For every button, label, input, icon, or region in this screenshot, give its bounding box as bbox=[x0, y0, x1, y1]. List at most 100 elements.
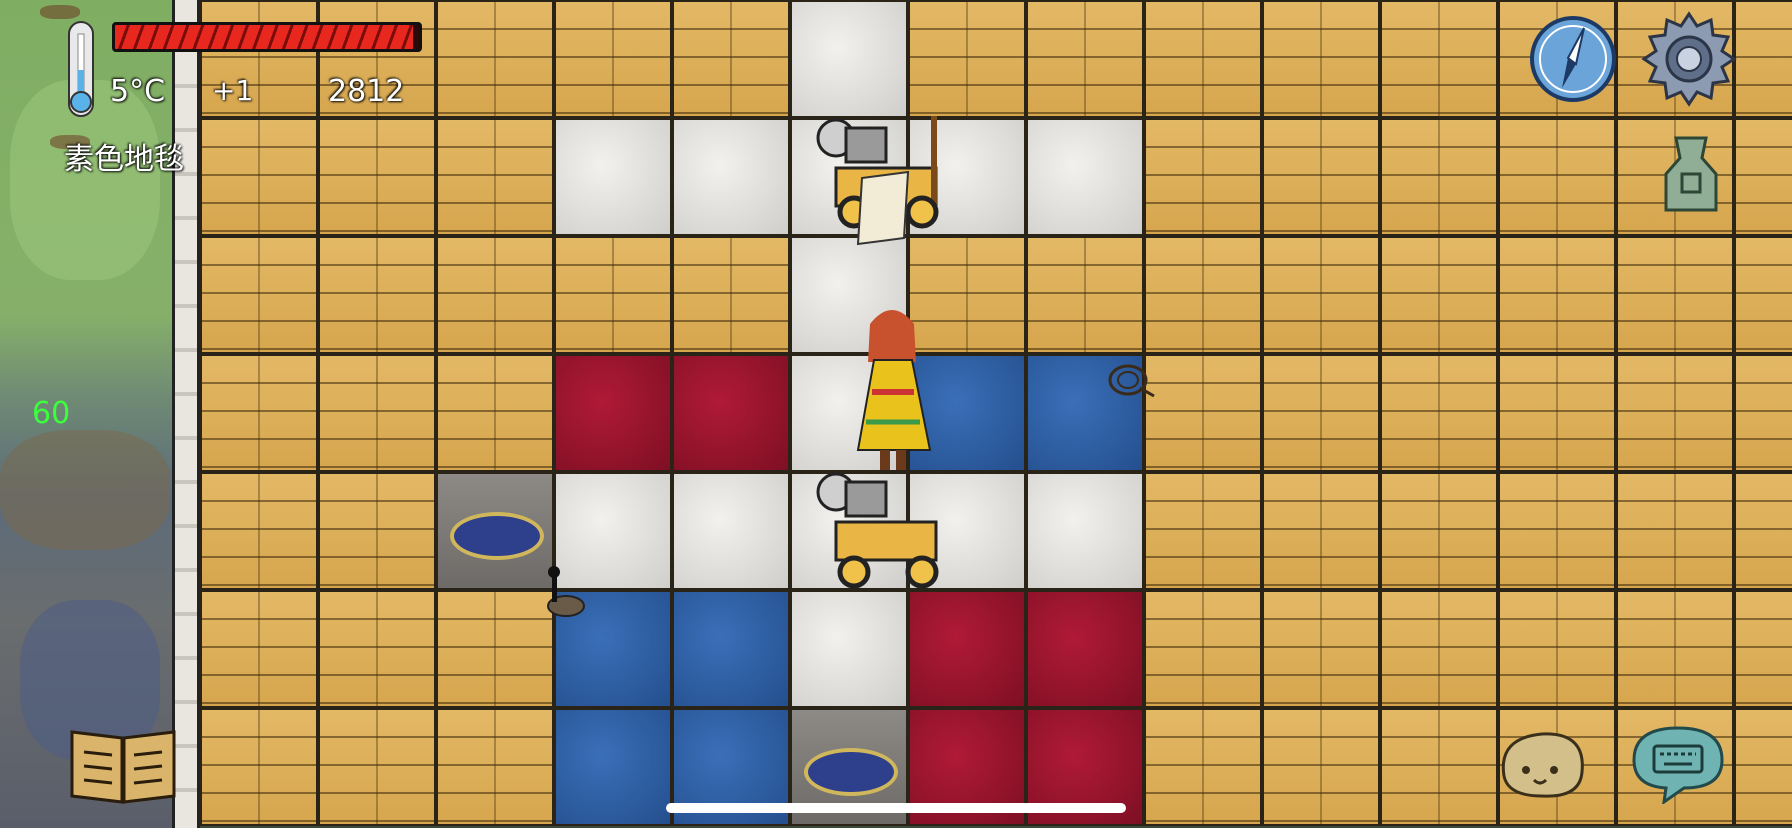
red-floor-tile[interactable] bbox=[672, 354, 790, 472]
wood-floor-tile[interactable] bbox=[1262, 708, 1380, 826]
wood-floor-tile[interactable] bbox=[1144, 354, 1262, 472]
wood-floor-tile[interactable] bbox=[1616, 354, 1734, 472]
wood-floor-tile[interactable] bbox=[1262, 472, 1380, 590]
wood-floor-tile[interactable] bbox=[1380, 590, 1498, 708]
handcart-sprite[interactable] bbox=[816, 108, 956, 258]
wood-floor-tile[interactable] bbox=[1144, 708, 1262, 826]
wood-floor-tile[interactable] bbox=[318, 354, 436, 472]
ancient-coin-icon[interactable] bbox=[1656, 134, 1726, 214]
white-floor-tile[interactable] bbox=[672, 472, 790, 590]
wood-floor-tile[interactable] bbox=[1144, 0, 1262, 118]
wood-floor-tile[interactable] bbox=[200, 118, 318, 236]
wood-floor-tile[interactable] bbox=[436, 354, 554, 472]
keyboard-chat-icon[interactable] bbox=[1628, 722, 1728, 804]
wood-floor-tile[interactable] bbox=[436, 590, 554, 708]
wood-floor-tile[interactable] bbox=[318, 590, 436, 708]
wood-floor-tile[interactable] bbox=[1380, 708, 1498, 826]
thermometer-icon bbox=[68, 21, 94, 117]
wood-floor-tile[interactable] bbox=[200, 236, 318, 354]
wood-floor-tile[interactable] bbox=[1616, 590, 1734, 708]
white-floor-tile[interactable] bbox=[672, 118, 790, 236]
wood-floor-tile[interactable] bbox=[1380, 0, 1498, 118]
wood-floor-tile[interactable] bbox=[1262, 354, 1380, 472]
wood-floor-tile[interactable] bbox=[200, 590, 318, 708]
wood-floor-tile[interactable] bbox=[1380, 472, 1498, 590]
wood-floor-tile[interactable] bbox=[200, 354, 318, 472]
wood-floor-tile[interactable] bbox=[1144, 590, 1262, 708]
red-floor-tile[interactable] bbox=[908, 590, 1026, 708]
wood-floor-tile[interactable] bbox=[1734, 118, 1792, 236]
red-floor-tile[interactable] bbox=[1026, 590, 1144, 708]
recipe-book-icon[interactable] bbox=[68, 724, 178, 806]
white-floor-tile[interactable] bbox=[1026, 472, 1144, 590]
game-viewport[interactable]: 5°C +1 2812 素色地毯 60 bbox=[0, 0, 1792, 828]
wood-floor-tile[interactable] bbox=[1734, 236, 1792, 354]
wood-floor-tile[interactable] bbox=[1262, 118, 1380, 236]
wood-floor-tile[interactable] bbox=[1734, 708, 1792, 826]
fps-counter: 60 bbox=[32, 396, 71, 431]
wood-floor-tile[interactable] bbox=[1498, 118, 1616, 236]
wood-floor-tile[interactable] bbox=[318, 236, 436, 354]
wood-floor-tile[interactable] bbox=[1144, 472, 1262, 590]
blue-floor-tile[interactable] bbox=[554, 708, 672, 826]
wood-floor-tile[interactable] bbox=[554, 0, 672, 118]
wood-floor-tile[interactable] bbox=[1262, 590, 1380, 708]
wood-floor-tile[interactable] bbox=[1380, 354, 1498, 472]
red-floor-tile[interactable] bbox=[554, 354, 672, 472]
wood-floor-tile[interactable] bbox=[1734, 590, 1792, 708]
rope-coil-item[interactable] bbox=[1106, 360, 1156, 400]
wood-floor-tile[interactable] bbox=[436, 708, 554, 826]
wood-floor-tile[interactable] bbox=[1144, 236, 1262, 354]
wood-floor-tile[interactable] bbox=[1734, 472, 1792, 590]
health-bar bbox=[112, 22, 422, 52]
blue-floor-tile[interactable] bbox=[672, 590, 790, 708]
grassland-terrain bbox=[0, 0, 180, 828]
handcart-sprite[interactable] bbox=[816, 462, 956, 592]
wood-floor-tile[interactable] bbox=[200, 708, 318, 826]
wood-floor-tile[interactable] bbox=[1498, 590, 1616, 708]
wood-floor-tile[interactable] bbox=[1262, 236, 1380, 354]
compass-icon[interactable] bbox=[1528, 14, 1618, 104]
wood-floor-tile[interactable] bbox=[1616, 472, 1734, 590]
wood-floor-tile[interactable] bbox=[318, 708, 436, 826]
wood-floor-tile[interactable] bbox=[436, 236, 554, 354]
wood-floor-tile[interactable] bbox=[1380, 236, 1498, 354]
wood-floor-tile[interactable] bbox=[200, 472, 318, 590]
wood-floor-tile[interactable] bbox=[554, 236, 672, 354]
health-bar-fill bbox=[115, 25, 413, 49]
score-counter: 2812 bbox=[328, 74, 405, 109]
wood-floor-tile[interactable] bbox=[1380, 118, 1498, 236]
white-floor-tile[interactable] bbox=[790, 590, 908, 708]
wood-floor-tile[interactable] bbox=[318, 118, 436, 236]
wood-floor-tile[interactable] bbox=[672, 0, 790, 118]
wood-floor-tile[interactable] bbox=[436, 118, 554, 236]
player-character[interactable] bbox=[852, 302, 942, 477]
wood-floor-tile[interactable] bbox=[1144, 118, 1262, 236]
temperature-readout: 5°C bbox=[110, 74, 166, 109]
wood-floor-tile[interactable] bbox=[318, 472, 436, 590]
gear-icon[interactable] bbox=[1640, 10, 1738, 108]
home-indicator[interactable] bbox=[666, 803, 1126, 813]
swamp-floor-tile[interactable] bbox=[436, 472, 554, 590]
wood-floor-tile[interactable] bbox=[672, 236, 790, 354]
white-floor-tile[interactable] bbox=[554, 118, 672, 236]
wood-floor-tile[interactable] bbox=[1616, 236, 1734, 354]
goose-creature[interactable] bbox=[540, 566, 590, 626]
wood-floor-tile[interactable] bbox=[1026, 0, 1144, 118]
held-item-label: 素色地毯 bbox=[64, 142, 184, 177]
wood-floor-tile[interactable] bbox=[908, 0, 1026, 118]
white-floor-tile[interactable] bbox=[790, 0, 908, 118]
stone-wall bbox=[172, 0, 200, 828]
floor-board[interactable] bbox=[200, 0, 1792, 828]
white-floor-tile[interactable] bbox=[1026, 118, 1144, 236]
wood-floor-tile[interactable] bbox=[1498, 236, 1616, 354]
wood-floor-tile[interactable] bbox=[1498, 472, 1616, 590]
wood-floor-tile[interactable] bbox=[436, 0, 554, 118]
wood-floor-tile[interactable] bbox=[1262, 0, 1380, 118]
wood-floor-tile[interactable] bbox=[1026, 236, 1144, 354]
wood-floor-tile[interactable] bbox=[1734, 0, 1792, 118]
emote-face-icon[interactable] bbox=[1496, 728, 1588, 800]
wood-floor-tile[interactable] bbox=[1498, 354, 1616, 472]
wood-floor-tile[interactable] bbox=[1734, 354, 1792, 472]
temperature-modifier: +1 bbox=[212, 74, 254, 107]
